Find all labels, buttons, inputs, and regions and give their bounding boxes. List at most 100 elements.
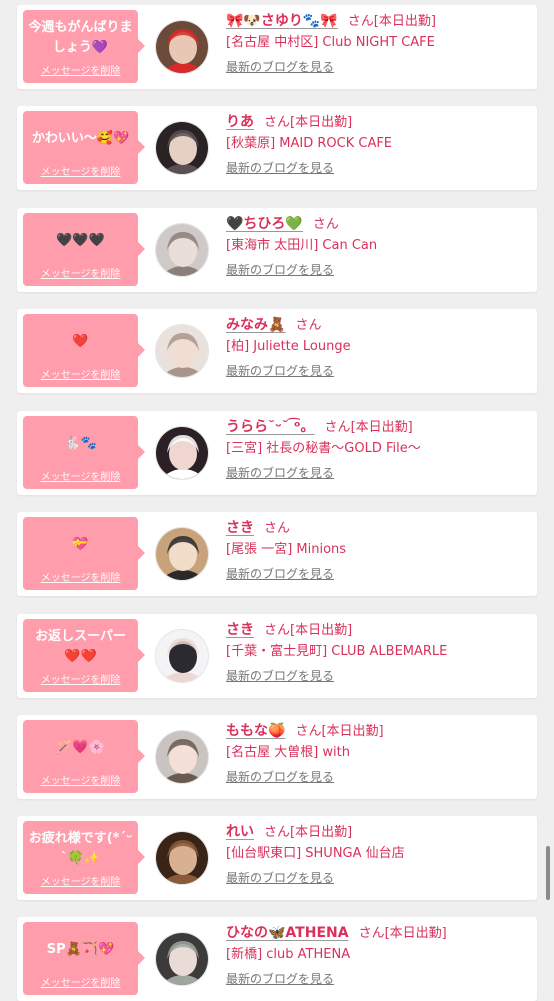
profile-name-link[interactable]: さき: [226, 520, 254, 536]
avatar-photo: [156, 528, 208, 580]
profile-name-link[interactable]: ひなの🦋ATHENA: [226, 925, 349, 941]
message-card: お返しスーパー❤️❤️ メッセージを削除 さき さん[本日出勤] [千葉・富士見町…: [17, 614, 537, 698]
avatar[interactable]: [155, 527, 209, 581]
avatar[interactable]: [155, 426, 209, 480]
message-bubble: SP🧸🏹💖 メッセージを削除: [23, 922, 145, 995]
shop-name: [秋葉原] MAID ROCK CAFE: [226, 136, 393, 151]
message-card: ❤️ メッセージを削除 みなみ🧸 さん [柏] Juliette Lounge 最…: [17, 309, 537, 393]
delete-message-link[interactable]: メッセージを削除: [23, 772, 138, 787]
message-bubble: 🖤🖤🖤 メッセージを削除: [23, 213, 145, 286]
latest-blog-link[interactable]: 最新のブログを見る: [226, 768, 334, 785]
latest-blog-link[interactable]: 最新のブログを見る: [226, 159, 334, 176]
latest-blog-link[interactable]: 最新のブログを見る: [226, 464, 334, 481]
profile-name-link[interactable]: うらら˘ᵕ˘ ͡ᵒ。: [226, 419, 315, 435]
shop-name: [東海市 太田川] Can Can: [226, 238, 378, 253]
delete-message-link[interactable]: メッセージを削除: [23, 671, 138, 686]
message-card: 🪄💗🌸 メッセージを削除 ももな🍑 さん[本日出勤] [名古屋 大曽根] with…: [17, 715, 537, 799]
profile-info: さき さん[本日出勤] [千葉・富士見町] CLUB ALBEMARLE 最新のブ…: [226, 620, 529, 684]
profile-name-link[interactable]: みなみ🧸: [226, 317, 285, 333]
delete-message-link[interactable]: メッセージを削除: [23, 873, 138, 888]
working-today-badge: [本日出勤]: [290, 115, 353, 130]
latest-blog-link[interactable]: 最新のブログを見る: [226, 362, 334, 379]
delete-message-link[interactable]: メッセージを削除: [23, 366, 138, 381]
message-bubble: 🪄💗🌸 メッセージを削除: [23, 720, 145, 793]
latest-blog-link[interactable]: 最新のブログを見る: [226, 261, 334, 278]
avatar[interactable]: [155, 629, 209, 683]
message-card: かわいい〜🥰💖 メッセージを削除 りあ さん[本日出勤] [秋葉原] MAID R…: [17, 106, 537, 190]
message-text: お返しスーパー❤️❤️: [35, 629, 126, 664]
shop-name: [尾張 一宮] Minions: [226, 542, 347, 557]
avatar[interactable]: [155, 121, 209, 175]
message-bubble: ❤️ メッセージを削除: [23, 314, 145, 387]
message-text: ❤️: [72, 334, 89, 349]
delete-message-link[interactable]: メッセージを削除: [23, 163, 138, 178]
honorific: さん: [295, 724, 322, 739]
message-card: SP🧸🏹💖 メッセージを削除 ひなの🦋ATHENA さん[本日出勤] [新橋] c…: [17, 917, 537, 1001]
message-card: 今週もがんばりましょう💜 メッセージを削除 🎀🐶さゆり🐾🎀 さん[本日出勤] [名…: [17, 5, 537, 89]
avatar[interactable]: [155, 831, 209, 885]
message-text: 🐇🐾: [64, 436, 97, 451]
delete-message-link[interactable]: メッセージを削除: [23, 265, 138, 280]
avatar-photo: [156, 427, 208, 479]
shop-name: [柏] Juliette Lounge: [226, 339, 351, 354]
message-text: SP🧸🏹💖: [46, 942, 115, 957]
profile-name-link[interactable]: 🖤ちひろ💚: [226, 216, 303, 232]
message-bubble: 今週もがんばりましょう💜 メッセージを削除: [23, 10, 145, 83]
delete-message-link[interactable]: メッセージを削除: [23, 569, 138, 584]
avatar-photo: [156, 933, 208, 985]
latest-blog-link[interactable]: 最新のブログを見る: [226, 667, 334, 684]
message-text: お疲れ様です(*ˊᵕˋ🍀✨: [28, 831, 133, 866]
working-today-badge: [本日出勤]: [350, 420, 413, 435]
profile-name-link[interactable]: 🎀🐶さゆり🐾🎀: [226, 13, 338, 29]
profile-name-link[interactable]: りあ: [226, 114, 254, 130]
profile-info: さき さん [尾張 一宮] Minions 最新のブログを見る: [226, 518, 529, 582]
honorific: さん: [295, 318, 322, 333]
message-bubble: かわいい〜🥰💖 メッセージを削除: [23, 111, 145, 184]
message-bubble: 💝 メッセージを削除: [23, 517, 145, 590]
shop-name: [名古屋 大曽根] with: [226, 745, 350, 760]
message-text: かわいい〜🥰💖: [31, 131, 130, 146]
latest-blog-link[interactable]: 最新のブログを見る: [226, 869, 334, 886]
message-text: 🪄💗🌸: [56, 740, 105, 755]
profile-info: 🖤ちひろ💚 さん [東海市 太田川] Can Can 最新のブログを見る: [226, 214, 529, 278]
profile-info: れい さん[本日出勤] [仙台駅東口] SHUNGA 仙台店 最新のブログを見る: [226, 822, 529, 886]
honorific: さん: [264, 825, 291, 840]
shop-name: [三宮] 社長の秘書〜GOLD File〜: [226, 441, 421, 456]
avatar[interactable]: [155, 932, 209, 986]
profile-name-link[interactable]: れい: [226, 824, 254, 840]
avatar-photo: [156, 122, 208, 174]
scrollbar[interactable]: [546, 846, 550, 900]
latest-blog-link[interactable]: 最新のブログを見る: [226, 58, 334, 75]
avatar[interactable]: [155, 324, 209, 378]
delete-message-link[interactable]: メッセージを削除: [23, 62, 138, 77]
honorific: さん: [312, 217, 339, 232]
delete-message-link[interactable]: メッセージを削除: [23, 468, 138, 483]
message-bubble: 🐇🐾 メッセージを削除: [23, 416, 145, 489]
honorific: さん: [324, 420, 351, 435]
delete-message-link[interactable]: メッセージを削除: [23, 974, 138, 989]
avatar-photo: [156, 21, 208, 73]
avatar-photo: [156, 832, 208, 884]
message-card: 🐇🐾 メッセージを削除 うらら˘ᵕ˘ ͡ᵒ。 さん[本日出勤] [三宮] 社長の秘…: [17, 411, 537, 495]
message-text: 🖤🖤🖤: [56, 233, 105, 248]
profile-info: 🎀🐶さゆり🐾🎀 さん[本日出勤] [名古屋 中村区] Club NIGHT CAF…: [226, 11, 529, 75]
avatar[interactable]: [155, 730, 209, 784]
message-text: 💝: [72, 537, 89, 552]
profile-info: りあ さん[本日出勤] [秋葉原] MAID ROCK CAFE 最新のブログを見…: [226, 112, 529, 176]
profile-name-link[interactable]: さき: [226, 622, 254, 638]
avatar-photo: [156, 224, 208, 276]
avatar[interactable]: [155, 20, 209, 74]
profile-name-link[interactable]: ももな🍑: [226, 723, 285, 739]
latest-blog-link[interactable]: 最新のブログを見る: [226, 565, 334, 582]
working-today-badge: [本日出勤]: [384, 926, 447, 941]
avatar[interactable]: [155, 223, 209, 277]
latest-blog-link[interactable]: 最新のブログを見る: [226, 970, 334, 987]
message-card: 🖤🖤🖤 メッセージを削除 🖤ちひろ💚 さん [東海市 太田川] Can Can 最…: [17, 208, 537, 292]
shop-name: [仙台駅東口] SHUNGA 仙台店: [226, 846, 405, 861]
honorific: さん: [264, 623, 291, 638]
avatar-photo: [156, 630, 208, 682]
honorific: さん: [347, 14, 374, 29]
profile-info: ひなの🦋ATHENA さん[本日出勤] [新橋] club ATHENA 最新のブ…: [226, 923, 529, 987]
message-list: 今週もがんばりましょう💜 メッセージを削除 🎀🐶さゆり🐾🎀 さん[本日出勤] [名…: [0, 0, 554, 1001]
profile-info: ももな🍑 さん[本日出勤] [名古屋 大曽根] with 最新のブログを見る: [226, 721, 529, 785]
